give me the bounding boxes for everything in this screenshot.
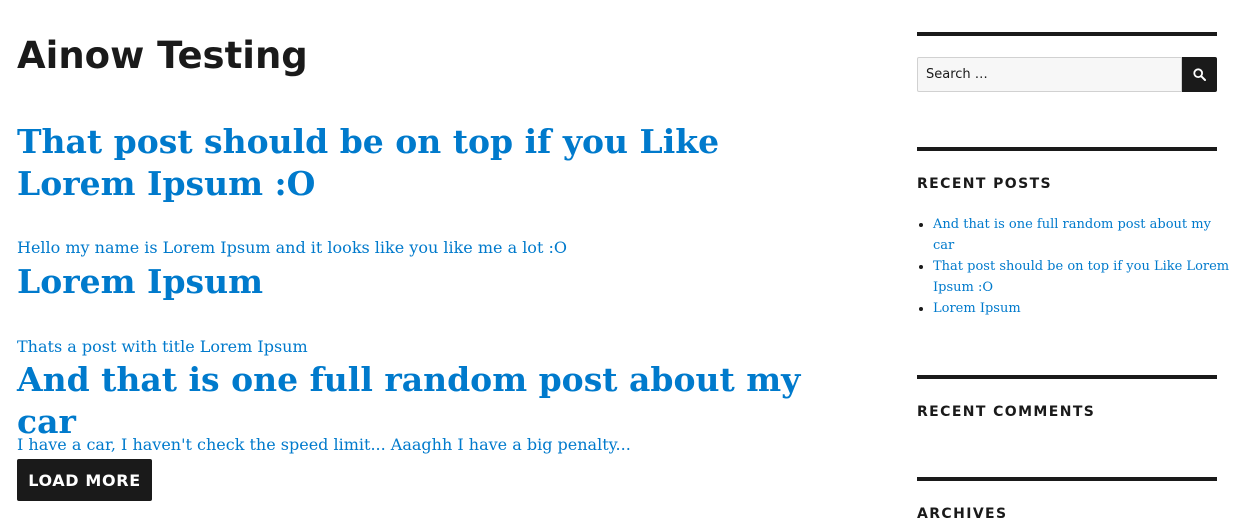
list-item: And that is one full random post about m… [933, 214, 1233, 256]
widget-divider [917, 147, 1217, 151]
post-excerpt: I have a car, I haven't check the speed … [17, 435, 631, 454]
widget-divider [917, 32, 1217, 36]
widget-divider [917, 477, 1217, 481]
post-excerpt: Hello my name is Lorem Ipsum and it look… [17, 238, 567, 257]
site-title[interactable]: Ainow Testing [17, 30, 308, 82]
recent-post-link[interactable]: Lorem Ipsum [933, 301, 1021, 316]
load-more-button[interactable]: LOAD MORE [17, 459, 152, 501]
search-form [917, 57, 1217, 92]
widget-divider [917, 375, 1217, 379]
search-input[interactable] [917, 57, 1182, 92]
archives-title: ARCHIVES [917, 506, 1008, 522]
list-item: That post should be on top if you Like L… [933, 256, 1233, 298]
recent-post-link[interactable]: That post should be on top if you Like L… [933, 259, 1229, 295]
post-title-link[interactable]: That post should be on top if you Like L… [17, 122, 719, 203]
search-button[interactable] [1182, 57, 1217, 92]
post-title[interactable]: And that is one full random post about m… [17, 359, 837, 443]
recent-posts-list: And that is one full random post about m… [917, 214, 1233, 319]
recent-posts-title: RECENT POSTS [917, 176, 1053, 192]
post-excerpt: Thats a post with title Lorem Ipsum [17, 337, 308, 356]
recent-comments-title: RECENT COMMENTS [917, 404, 1096, 420]
post-title-link[interactable]: And that is one full random post about m… [17, 360, 800, 441]
post-title-link[interactable]: Lorem Ipsum [17, 262, 263, 301]
post-title[interactable]: That post should be on top if you Like L… [17, 121, 837, 205]
recent-post-link[interactable]: And that is one full random post about m… [933, 217, 1211, 253]
post-title[interactable]: Lorem Ipsum [17, 261, 837, 303]
search-icon [1193, 68, 1206, 81]
list-item: Lorem Ipsum [933, 298, 1233, 319]
